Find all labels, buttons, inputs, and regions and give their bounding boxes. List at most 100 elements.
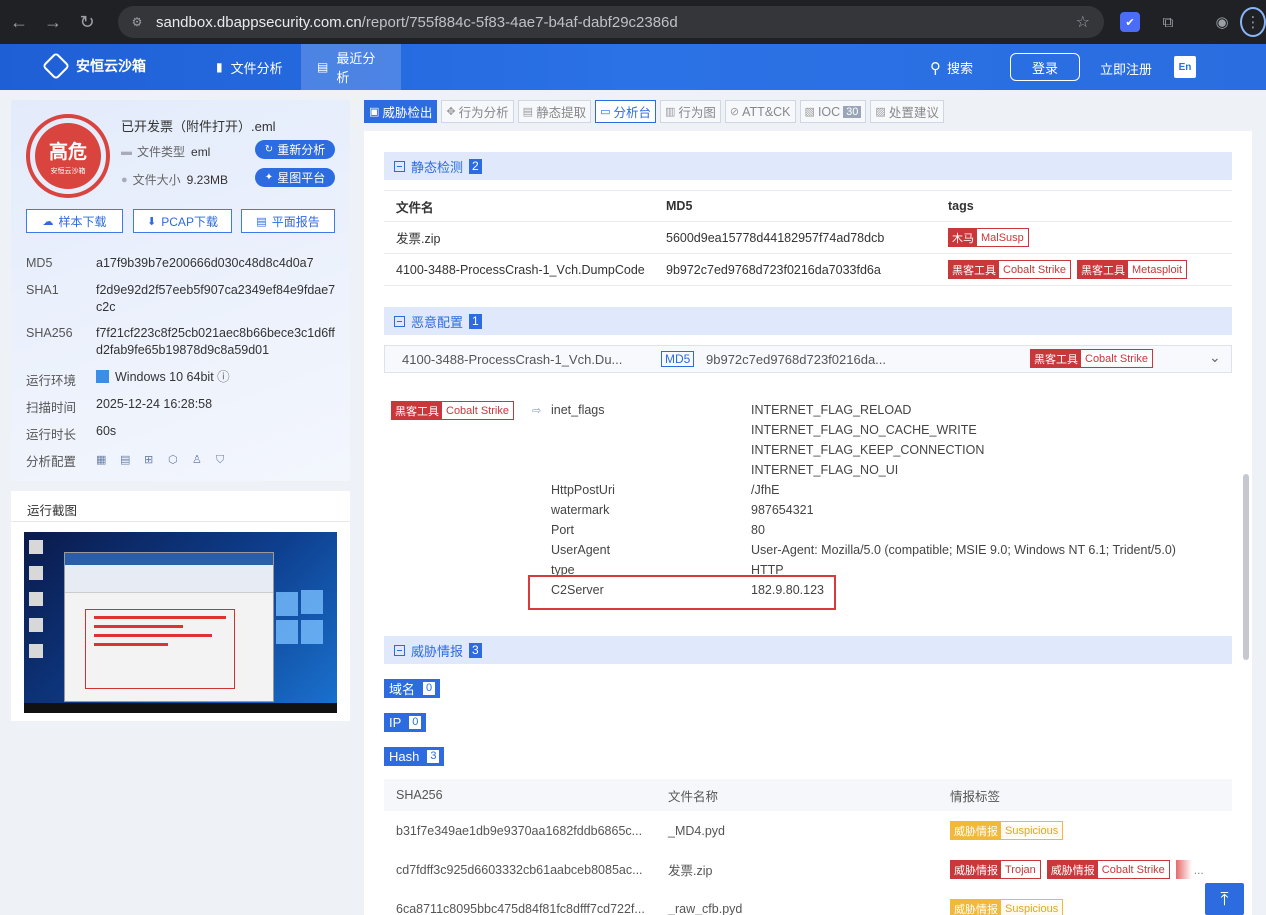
back-to-top-icon[interactable]: ⤒ — [1205, 883, 1244, 915]
cube-icon: ⬡ — [168, 454, 178, 466]
tag[interactable]: 威胁情报 Suspicious — [950, 899, 1064, 915]
section-static-detection[interactable]: 静态检测 2 — [384, 152, 1232, 180]
tab-label: 静态提取 — [536, 106, 587, 120]
monitor-icon: ▭ — [600, 106, 611, 118]
tab-advice[interactable]: ▨ 处置建议 — [870, 100, 944, 123]
tab-static[interactable]: ▤ 静态提取 — [517, 100, 592, 123]
row-tags: 威胁情报 Trojan 威胁情报 Cobalt Strike ... — [950, 860, 1232, 879]
tag[interactable]: 黑客工具 Cobalt Strike — [948, 260, 1071, 279]
intel-domain-header[interactable]: 域名 0 — [384, 679, 441, 698]
language-icon[interactable]: En — [1174, 56, 1196, 78]
pcap-download-button[interactable]: ⬇ PCAP下载 — [133, 209, 232, 233]
brand-logo[interactable]: 安恒云沙箱 — [41, 51, 146, 81]
chevron-down-icon[interactable]: ⌄ — [1209, 349, 1221, 366]
address-bar[interactable]: ⚙ sandbox.dbappsecurity.com.cn/report/75… — [118, 6, 1104, 38]
forward-icon[interactable]: → — [38, 7, 68, 37]
section-count: 3 — [469, 642, 482, 658]
row-tags: 威胁情报 Suspicious — [950, 821, 1232, 840]
reanalyze-button[interactable]: ↻ 重新分析 — [255, 140, 335, 159]
doc-search-icon: ▣ — [369, 106, 380, 118]
config-value: User-Agent: Mozilla/5.0 (compatible; MSI… — [751, 543, 1176, 557]
tab-threat-detection[interactable]: ▣ 威胁检出 — [364, 100, 438, 123]
tab-label: ATT&CK — [742, 104, 791, 119]
shield-icon: ⛉ — [216, 454, 225, 466]
sample-download-button[interactable]: ☁ 样本下载 — [26, 209, 123, 233]
config-file-bar[interactable]: 4100-3488-ProcessCrash-1_Vch.Du... MD5 9… — [384, 345, 1232, 373]
puzzle-icon[interactable]: ⧉ — [1156, 10, 1180, 34]
subhdr-label: Hash — [389, 749, 420, 764]
logo-icon — [41, 51, 71, 81]
tab-graph[interactable]: ▥ 行为图 — [660, 100, 721, 123]
folder-icon: ▬ — [121, 145, 132, 158]
tag[interactable]: 黑客工具 Cobalt Strike — [1030, 349, 1153, 368]
nav-file-analysis[interactable]: ▮ 文件分析 — [200, 44, 299, 90]
intel-ip-header[interactable]: IP 0 — [384, 713, 427, 732]
xingtu-button[interactable]: ✦ 星图平台 — [255, 168, 335, 187]
extension-icon[interactable]: ✔ — [1120, 12, 1140, 32]
browser-toolbar: ← → ↻ ⚙ sandbox.dbappsecurity.com.cn/rep… — [0, 0, 1266, 44]
back-icon[interactable]: ← — [4, 7, 34, 37]
md5-label: MD5 — [26, 256, 53, 270]
section-malicious-config[interactable]: 恶意配置 1 — [384, 307, 1232, 335]
tag[interactable]: 威胁情报 Trojan — [950, 860, 1041, 879]
md5-value: a17f9b39b7e200666d030c48d8c4d0a7 — [96, 256, 314, 270]
row-tags: 黑客工具 Cobalt Strike 黑客工具 Metasploit — [948, 260, 1232, 279]
flat-report-button[interactable]: ▤ 平面报告 — [241, 209, 335, 233]
tag-key: 威胁情报 — [951, 861, 1001, 878]
menu-icon[interactable]: ⋮ — [1240, 7, 1266, 37]
section-title: 静态检测 — [411, 159, 464, 175]
tag[interactable]: 威胁情报 Suspicious — [950, 821, 1064, 840]
window-titlebar — [65, 553, 273, 565]
site-info-icon[interactable]: ⚙ — [126, 11, 148, 33]
tag-value: Cobalt Strike — [442, 404, 513, 417]
config-key: HttpPostUri — [551, 483, 615, 497]
section-threat-intel[interactable]: 威胁情报 3 — [384, 636, 1232, 664]
report-tabs: ▣ 威胁检出 ✥ 行为分析 ▤ 静态提取 ▭ 分析台 ▥ 行为图 ⊘ ATT&CK ▧ IOC… — [364, 100, 948, 124]
collapse-icon[interactable] — [394, 644, 405, 656]
col-md5: MD5 — [666, 199, 693, 213]
tag-key: 威胁情报 — [951, 822, 1001, 839]
tag[interactable]: 木马 MalSusp — [948, 228, 1029, 247]
ioc-count: 30 — [843, 105, 862, 118]
url-text[interactable]: sandbox.dbappsecurity.com.cn/report/755f… — [156, 14, 678, 31]
subhdr-label: 域名 — [389, 682, 416, 697]
tab-behavior[interactable]: ✥ 行为分析 — [441, 100, 514, 123]
duration-value: 60s — [96, 424, 117, 438]
row-filename: 4100-3488-ProcessCrash-1_Vch.DumpCode — [396, 262, 645, 277]
register-link[interactable]: 立即注册 — [1100, 59, 1152, 78]
sha1-label: SHA1 — [26, 283, 59, 297]
collapse-icon[interactable] — [394, 315, 405, 327]
subhdr-count: 0 — [423, 682, 436, 695]
advice-icon: ▨ — [875, 106, 886, 118]
login-button[interactable]: 登录 — [1010, 53, 1080, 81]
scrollbar[interactable] — [1243, 474, 1249, 660]
tag[interactable]: 黑客工具 Metasploit — [1076, 260, 1188, 279]
collapse-icon[interactable] — [394, 160, 405, 172]
list-icon: ▤ — [317, 60, 329, 74]
tag[interactable]: 威胁情报 Cobalt Strike — [1046, 860, 1170, 879]
tab-ioc[interactable]: ▧ IOC 30 — [799, 100, 867, 123]
nav-recent-analysis[interactable]: ▤ 最近分析 — [301, 44, 401, 90]
scan-time-label: 扫描时间 — [26, 401, 77, 415]
file-size-label: 文件大小 — [132, 173, 181, 187]
row-sha256[interactable]: 6ca8711c8095bbc475d84f81fc8dfff7cd722f..… — [384, 902, 668, 915]
tab-console[interactable]: ▭ 分析台 — [595, 100, 656, 123]
search-button[interactable]: ⚲ 搜索 — [930, 58, 973, 77]
row-sha256[interactable]: b31f7e349ae1db9e9370aa1682fddb6865c... — [384, 824, 668, 838]
file-type-label: 文件类型 — [137, 145, 186, 159]
row-filename: 发票.zip — [668, 864, 713, 878]
file-info-card: 高危 安恒云沙箱 已开发票（附件打开）.eml ▬ 文件类型 eml ● 文件大小 9.2… — [11, 100, 350, 481]
profile-icon[interactable]: ◉ — [1210, 10, 1234, 34]
tag-value: Cobalt Strike — [999, 263, 1070, 276]
run-screenshot[interactable] — [24, 532, 337, 713]
table-header: SHA256 文件名称 情报标签 — [384, 779, 1232, 811]
info-icon[interactable]: ⓘ — [217, 370, 230, 384]
tab-attck[interactable]: ⊘ ATT&CK — [724, 100, 796, 123]
bookmark-star-icon[interactable]: ☆ — [1076, 12, 1090, 32]
more-tags[interactable]: ... — [1194, 863, 1204, 877]
row-sha256[interactable]: cd7fdff3c925d6603332cb61aabceb8085ac... — [384, 863, 668, 877]
config-family-tag[interactable]: 黑客工具 Cobalt Strike — [391, 401, 514, 420]
reload-icon[interactable]: ↻ — [72, 7, 102, 37]
intel-hash-header[interactable]: Hash 3 — [384, 747, 445, 766]
search-label: 搜索 — [947, 61, 974, 76]
